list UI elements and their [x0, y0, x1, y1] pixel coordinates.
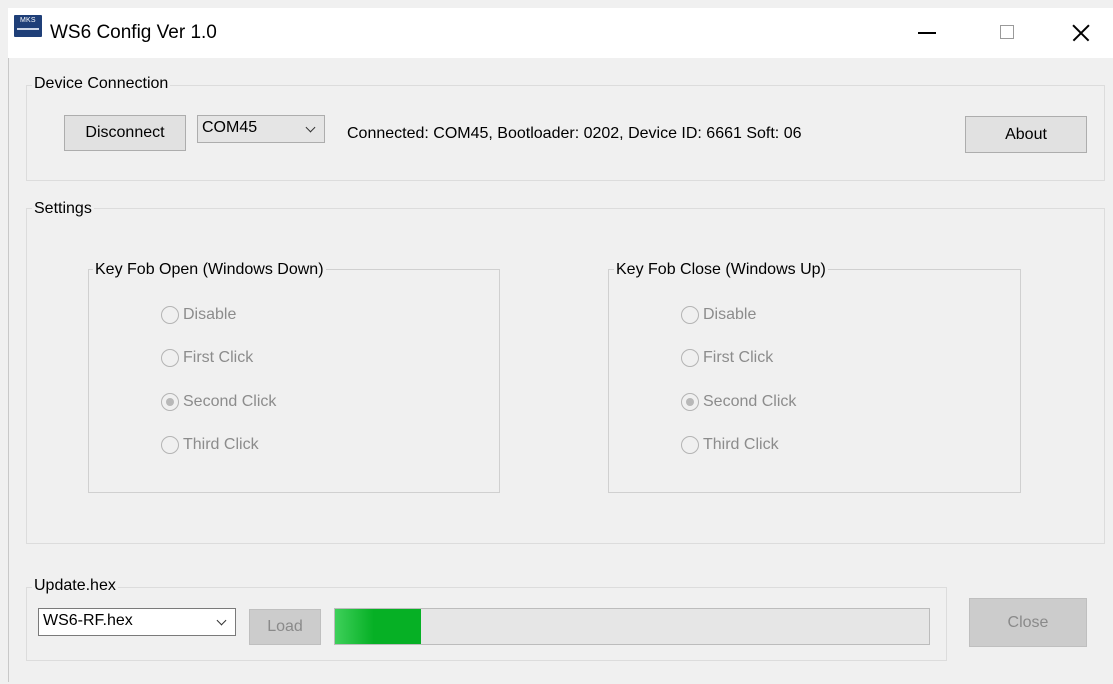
radio-label: Second Click — [703, 393, 797, 410]
radio-button-icon — [161, 436, 179, 454]
open-radio-third-click[interactable]: Third Click — [161, 436, 259, 454]
minimize-icon[interactable] — [913, 16, 943, 46]
open-radio-disable[interactable]: Disable — [161, 306, 236, 324]
chevron-down-icon — [216, 615, 227, 626]
key-fob-open-group — [88, 269, 500, 493]
radio-label: Third Click — [183, 436, 259, 453]
radio-label: Second Click — [183, 393, 277, 410]
disconnect-button[interactable]: Disconnect — [64, 115, 186, 151]
load-button[interactable]: Load — [249, 609, 321, 645]
radio-label: First Click — [183, 349, 254, 366]
connection-status: Connected: COM45, Bootloader: 0202, Devi… — [347, 125, 802, 142]
radio-button-icon — [161, 306, 179, 324]
update-hex-label: Update.hex — [32, 577, 118, 595]
key-fob-open-label: Key Fob Open (Windows Down) — [93, 261, 326, 279]
key-fob-close-label: Key Fob Close (Windows Up) — [614, 261, 828, 279]
radio-button-icon — [681, 306, 699, 324]
settings-label: Settings — [32, 200, 94, 218]
about-button[interactable]: About — [965, 116, 1087, 153]
com-port-select[interactable]: COM45 — [197, 115, 325, 143]
chevron-down-icon — [305, 122, 316, 133]
progress-fill — [335, 609, 422, 644]
hex-file-select[interactable]: WS6-RF.hex — [38, 608, 236, 636]
radio-button-selected-icon — [681, 393, 699, 411]
close-radio-third-click[interactable]: Third Click — [681, 436, 779, 454]
close-button[interactable]: Close — [969, 598, 1087, 647]
radio-label: Disable — [703, 306, 757, 323]
radio-label: First Click — [703, 349, 774, 366]
app-logo-icon: MKS — [14, 15, 42, 37]
close-radio-disable[interactable]: Disable — [681, 306, 756, 324]
close-window-icon[interactable] — [1068, 16, 1098, 46]
upload-progress-bar — [334, 608, 930, 645]
open-radio-first-click[interactable]: First Click — [161, 349, 253, 367]
close-radio-second-click[interactable]: Second Click — [681, 393, 796, 411]
window-title: WS6 Config Ver 1.0 — [50, 22, 217, 43]
device-connection-label: Device Connection — [32, 75, 171, 93]
radio-button-icon — [681, 349, 699, 367]
open-radio-second-click[interactable]: Second Click — [161, 393, 276, 411]
radio-label: Disable — [183, 306, 237, 323]
maximize-icon[interactable] — [995, 16, 1025, 46]
hex-file-value: WS6-RF.hex — [43, 612, 133, 629]
com-port-value: COM45 — [202, 119, 258, 136]
app-logo-text: MKS — [20, 17, 36, 24]
radio-label: Third Click — [703, 436, 779, 453]
close-radio-first-click[interactable]: First Click — [681, 349, 773, 367]
radio-button-icon — [161, 349, 179, 367]
radio-button-selected-icon — [161, 393, 179, 411]
key-fob-close-group — [608, 269, 1021, 493]
radio-button-icon — [681, 436, 699, 454]
